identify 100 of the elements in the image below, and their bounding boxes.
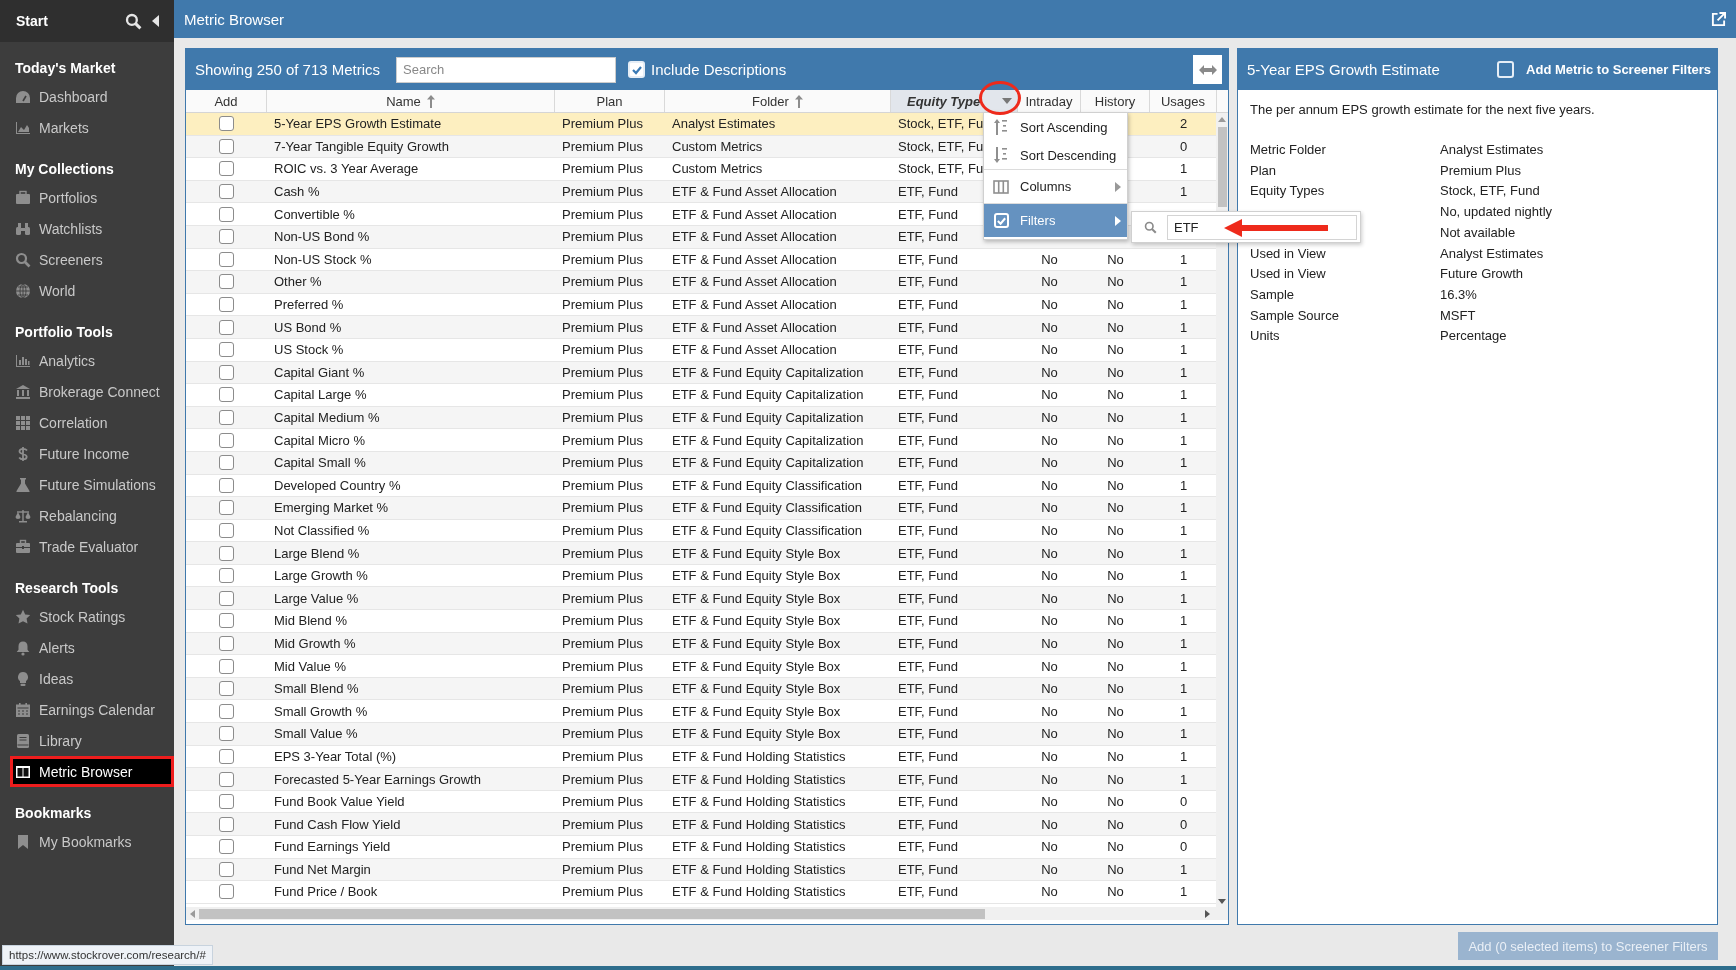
- sidebar-item[interactable]: World: [0, 275, 170, 306]
- table-row[interactable]: Fund Cash Flow Yield Premium Plus ETF & Fund Holding Statistics ETF, Fund No No 0: [186, 813, 1216, 836]
- checkbox[interactable]: [219, 184, 234, 200]
- column-header[interactable]: Name: [267, 90, 555, 112]
- table-row[interactable]: Forecasted 5-Year Earnings Growth Premium Plus ETF & Fund Holding Statistics ETF, Fund No No 1: [186, 768, 1216, 791]
- column-header[interactable]: Plan: [555, 90, 665, 112]
- table-row[interactable]: Large Value % Premium Plus ETF & Fund Equity Style Box ETF, Fund No No 1: [186, 587, 1216, 611]
- search-field[interactable]: Search: [396, 56, 617, 83]
- checkbox[interactable]: [219, 116, 234, 132]
- toolbox-icon: [15, 538, 31, 555]
- table-row[interactable]: US Bond % Premium Plus ETF & Fund Asset Allocation ETF, Fund No No 1: [186, 316, 1216, 339]
- checkbox[interactable]: [219, 703, 234, 719]
- checkbox[interactable]: [219, 635, 234, 651]
- sidebar-item[interactable]: Brokerage Connect: [0, 376, 170, 407]
- table-row[interactable]: Mid Growth % Premium Plus ETF & Fund Equity Style Box ETF, Fund No No 1: [186, 632, 1216, 656]
- checkbox[interactable]: [219, 748, 234, 764]
- field-label: Metric Folder: [1250, 142, 1327, 159]
- sidebar-item[interactable]: Dashboard: [0, 81, 170, 112]
- checkbox[interactable]: [219, 681, 234, 697]
- checkbox[interactable]: [219, 432, 234, 448]
- sidebar-item[interactable]: Portfolios: [0, 182, 170, 213]
- checkbox[interactable]: [219, 229, 234, 245]
- vertical-scrollbar[interactable]: [1216, 113, 1228, 907]
- column-header[interactable]: Add: [186, 90, 267, 112]
- table-row[interactable]: Fund Earnings Yield Premium Plus ETF & Fund Holding Statistics ETF, Fund No No 0: [186, 836, 1216, 859]
- table-row[interactable]: Other % Premium Plus ETF & Fund Asset Allocation ETF, Fund No No 1: [186, 271, 1216, 294]
- checkbox[interactable]: [219, 794, 234, 810]
- checkbox[interactable]: [219, 545, 234, 561]
- table-row[interactable]: Small Blend % Premium Plus ETF & Fund Equity Style Box ETF, Fund No No 1: [186, 677, 1216, 701]
- checkbox[interactable]: [219, 477, 234, 493]
- checkbox[interactable]: [219, 861, 234, 877]
- checkbox[interactable]: [219, 884, 234, 900]
- column-header[interactable]: Usages: [1150, 90, 1217, 112]
- horizontal-scrollbar[interactable]: [186, 907, 1228, 920]
- table-row[interactable]: Capital Small % Premium Plus ETF & Fund Equity Capitalization ETF, Fund No No 1: [186, 451, 1216, 475]
- sidebar-item[interactable]: Analytics: [0, 345, 170, 376]
- checkbox[interactable]: [219, 839, 234, 855]
- sidebar-item[interactable]: Metric Browser: [10, 756, 174, 787]
- sidebar-item[interactable]: Future Simulations: [0, 469, 170, 500]
- table-row[interactable]: Capital Medium % Premium Plus ETF & Fund Equity Capitalization ETF, Fund No No 1: [186, 406, 1216, 430]
- table-cell: ETF, Fund: [898, 839, 958, 855]
- binoculars-icon: [15, 220, 31, 237]
- checkbox[interactable]: [219, 161, 234, 177]
- sidebar-item[interactable]: Rebalancing: [0, 500, 170, 531]
- sidebar-item[interactable]: Markets: [0, 112, 170, 143]
- scrollbar-thumb[interactable]: [1217, 127, 1227, 207]
- sidebar-item[interactable]: My Bookmarks: [0, 826, 170, 857]
- book-icon: [15, 732, 31, 749]
- checkbox[interactable]: [219, 251, 234, 267]
- checkbox[interactable]: [219, 726, 234, 742]
- table-cell: Capital Micro %: [274, 432, 366, 448]
- checkbox[interactable]: [219, 500, 234, 516]
- checkbox[interactable]: [219, 658, 234, 674]
- flask-icon: [15, 476, 31, 493]
- table-cell: No: [1041, 568, 1058, 584]
- table-cell: Emerging Market %: [274, 500, 389, 516]
- table-row[interactable]: Fund Net Margin Premium Plus ETF & Fund Holding Statistics ETF, Fund No No 1: [186, 858, 1216, 882]
- checkbox[interactable]: [219, 206, 234, 222]
- table-cell: Mid Growth %: [274, 635, 356, 651]
- table-row[interactable]: Large Blend % Premium Plus ETF & Fund Equity Style Box ETF, Fund No No 1: [186, 542, 1216, 565]
- checkbox[interactable]: [219, 319, 234, 335]
- field-label: Sample: [1250, 286, 1296, 304]
- sidebar-item[interactable]: Correlation: [0, 407, 170, 438]
- sidebar-item[interactable]: Library: [0, 725, 170, 756]
- checkbox[interactable]: [219, 816, 234, 832]
- table-row[interactable]: Capital Giant % Premium Plus ETF & Fund Equity Capitalization ETF, Fund No No 1: [186, 361, 1216, 385]
- sidebar-item[interactable]: Watchlists: [0, 213, 170, 244]
- checkbox[interactable]: [219, 410, 234, 425]
- table-cell: No: [1041, 432, 1058, 448]
- checkbox[interactable]: [219, 364, 234, 380]
- checkbox-label: Add Metric to Screener Filters: [1526, 62, 1711, 77]
- checkbox[interactable]: [219, 771, 234, 787]
- sidebar-item[interactable]: Trade Evaluator: [0, 531, 170, 562]
- sidebar-item[interactable]: Alerts: [0, 632, 170, 663]
- checkbox[interactable]: [219, 523, 234, 538]
- table-cell: ETF, Fund: [898, 794, 958, 810]
- table-row[interactable]: Emerging Market % Premium Plus ETF & Fund Equity Classification ETF, Fund No No 1: [186, 497, 1216, 520]
- scrollbar-thumb[interactable]: [199, 908, 985, 919]
- table-row[interactable]: Small Value % Premium Plus ETF & Fund Equity Style Box ETF, Fund No No 1: [186, 723, 1216, 746]
- table-cell: ETF & Fund Equity Capitalization: [672, 455, 864, 471]
- checkbox[interactable]: [219, 387, 234, 403]
- checkbox[interactable]: [219, 590, 234, 606]
- sidebar-item[interactable]: Stock Ratings: [0, 601, 170, 632]
- external-link-button[interactable]: [1711, 11, 1726, 27]
- table-row[interactable]: Mid Blend % Premium Plus ETF & Fund Equity Style Box ETF, Fund No No 1: [186, 610, 1216, 633]
- checkbox[interactable]: [219, 274, 234, 290]
- checkbox[interactable]: [219, 613, 234, 629]
- expand-button[interactable]: [1193, 55, 1222, 84]
- checkbox[interactable]: [219, 568, 234, 584]
- checkbox[interactable]: [219, 342, 234, 358]
- sidebar-item[interactable]: Ideas: [0, 663, 170, 694]
- table-row[interactable]: Capital Large % Premium Plus ETF & Fund Equity Capitalization ETF, Fund No No 1: [186, 384, 1216, 407]
- column-header[interactable]: Equity Type: [891, 90, 1018, 112]
- sidebar-item[interactable]: Future Income: [0, 438, 170, 469]
- checkbox[interactable]: [219, 297, 234, 313]
- checkbox[interactable]: [219, 455, 234, 471]
- sidebar-item[interactable]: Screeners: [0, 244, 170, 275]
- checkbox[interactable]: [219, 138, 234, 154]
- table-row[interactable]: Fund Price / Book Premium Plus ETF & Fund Holding Statistics ETF, Fund No No 1: [186, 881, 1216, 904]
- sidebar-item[interactable]: Earnings Calendar: [0, 694, 170, 725]
